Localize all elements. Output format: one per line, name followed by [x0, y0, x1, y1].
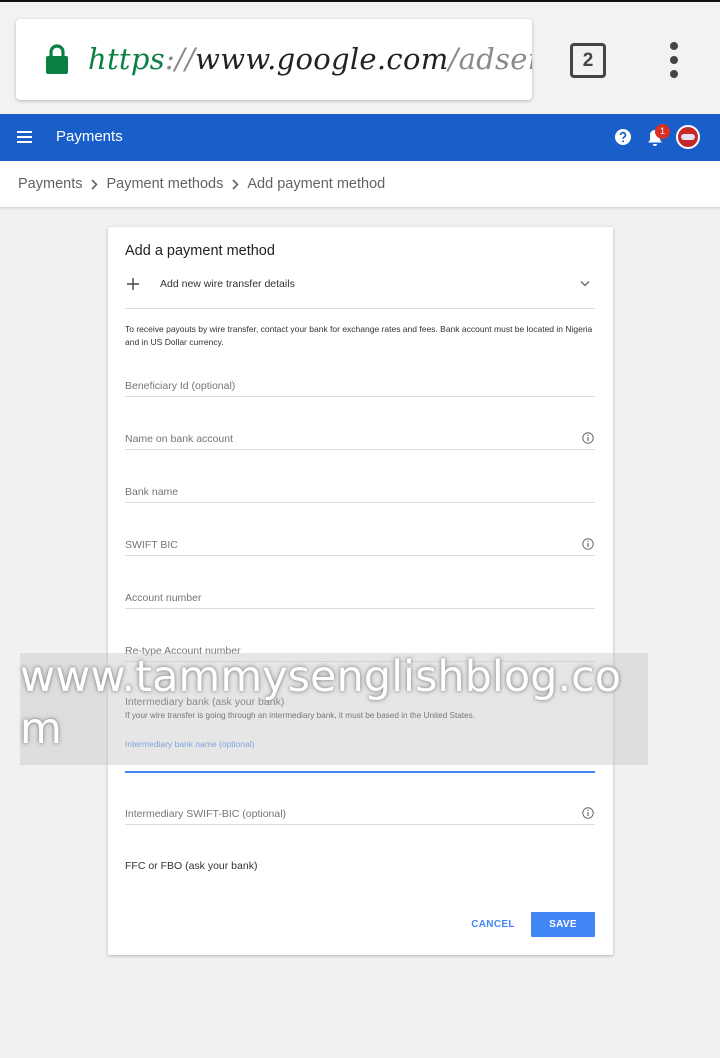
chevron-down-icon[interactable]: [580, 280, 590, 288]
url-path: /adsense/: [448, 42, 532, 76]
page-title: Payments: [56, 128, 123, 145]
account-number-field[interactable]: Account number: [125, 589, 595, 609]
tab-switcher-button[interactable]: 2: [570, 43, 606, 78]
url-text[interactable]: https://www.google.com/adsense/: [88, 41, 532, 77]
breadcrumb: Payments Payment methods Add payment met…: [0, 161, 720, 208]
app-header: Payments 1: [0, 114, 720, 161]
lock-icon: [46, 44, 68, 74]
cancel-button[interactable]: CANCEL: [464, 912, 522, 937]
intermediary-bank-subtext: If your wire transfer is going through a…: [125, 711, 475, 720]
breadcrumb-add-payment-method: Add payment method: [247, 176, 386, 192]
breadcrumb-payments[interactable]: Payments: [18, 176, 82, 192]
swift-bic-label: SWIFT BIC: [125, 539, 178, 551]
name-on-account-label: Name on bank account: [125, 433, 233, 445]
info-icon[interactable]: [582, 538, 594, 550]
info-icon[interactable]: [582, 432, 594, 444]
chevron-right-icon: [82, 177, 106, 191]
bank-name-field[interactable]: Bank name: [125, 483, 595, 503]
retype-account-number-label: Re-type Account number: [125, 645, 241, 657]
intermediary-bank-heading: Intermediary bank (ask your bank): [125, 696, 285, 708]
ffc-fbo-label[interactable]: FFC or FBO (ask your bank): [125, 860, 257, 872]
add-option-label: Add new wire transfer details: [160, 278, 295, 290]
save-button[interactable]: SAVE: [531, 912, 595, 937]
avatar[interactable]: [676, 125, 700, 149]
breadcrumb-payment-methods[interactable]: Payment methods: [106, 176, 223, 192]
help-icon[interactable]: [614, 128, 632, 146]
overflow-menu-icon[interactable]: [664, 42, 684, 78]
intermediary-bank-name-label: Intermediary bank name (optional): [125, 739, 255, 749]
payment-method-card: Add a payment method Add new wire transf…: [108, 227, 613, 955]
beneficiary-id-label: Beneficiary Id (optional): [125, 380, 236, 392]
browser-toolbar: https://www.google.com/adsense/ 2: [0, 0, 720, 114]
info-icon[interactable]: [582, 807, 594, 819]
address-bar[interactable]: https://www.google.com/adsense/: [16, 19, 532, 100]
card-title: Add a payment method: [125, 243, 275, 259]
intermediary-swift-field[interactable]: Intermediary SWIFT-BIC (optional): [125, 805, 595, 825]
chevron-right-icon: [223, 177, 247, 191]
hamburger-menu-icon[interactable]: [17, 131, 32, 144]
intermediary-swift-label: Intermediary SWIFT-BIC (optional): [125, 808, 287, 820]
name-on-account-field[interactable]: Name on bank account: [125, 430, 595, 450]
account-number-label: Account number: [125, 592, 202, 604]
swift-bic-field[interactable]: SWIFT BIC: [125, 536, 595, 556]
retype-account-number-field[interactable]: Re-type Account number: [125, 642, 595, 662]
url-separator: ://: [164, 42, 196, 76]
intermediary-bank-name-field[interactable]: Intermediary bank name (optional): [125, 739, 595, 773]
beneficiary-id-field[interactable]: Beneficiary Id (optional): [125, 377, 595, 397]
add-wire-transfer-option[interactable]: Add new wire transfer details: [125, 275, 595, 309]
url-host: www.google.com: [195, 42, 449, 76]
tab-count: 2: [582, 49, 594, 71]
wire-transfer-info-text: To receive payouts by wire transfer, con…: [125, 324, 593, 347]
url-scheme: https: [88, 42, 165, 76]
bank-name-label: Bank name: [125, 486, 179, 498]
notification-badge: 1: [655, 124, 670, 139]
plus-icon: [127, 278, 139, 290]
